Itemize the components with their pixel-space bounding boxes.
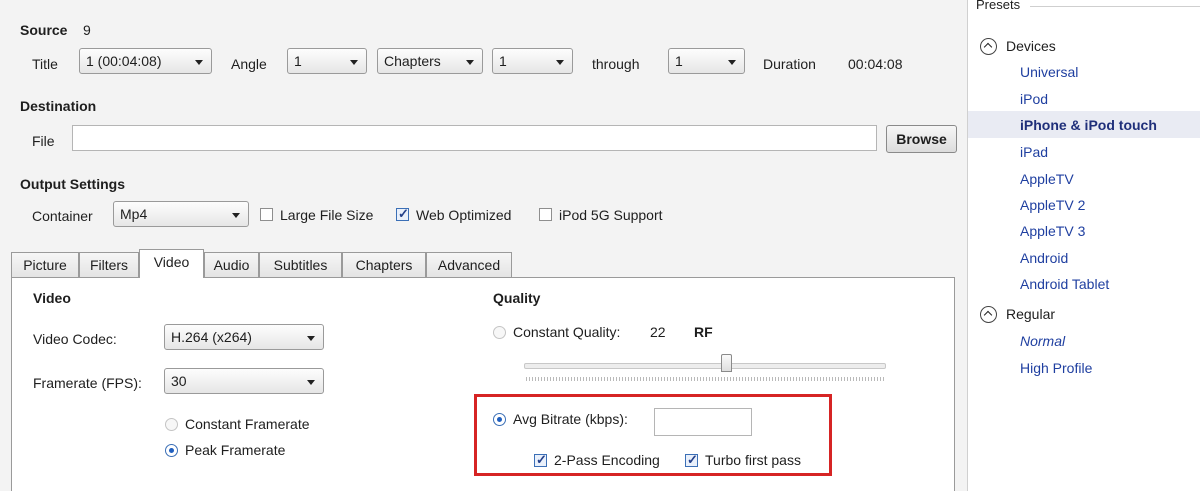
duration-label: Duration [763,56,816,72]
chapter-end-value: 1 [675,53,683,69]
constant-framerate-radio[interactable] [165,418,178,431]
two-pass-encoding-checkbox[interactable] [534,452,547,468]
ipod-5g-support-checkbox[interactable] [539,208,552,221]
preset-appletv-3[interactable]: AppleTV 3 [1020,223,1085,239]
constant-quality-radio[interactable] [493,326,506,339]
angle-select[interactable]: 1 [287,48,367,74]
turbo-first-pass-checkbox[interactable] [685,452,698,468]
title-select[interactable]: 1 (00:04:08) [79,48,212,74]
tab-picture[interactable]: Picture [11,252,79,277]
avg-bitrate-radio[interactable] [493,413,506,426]
web-optimized-checkbox[interactable] [396,206,409,222]
browse-button[interactable]: Browse [886,125,957,153]
angle-label: Angle [231,56,267,72]
rf-label: RF [694,324,713,340]
large-file-size-checkbox[interactable] [260,208,273,221]
two-pass-encoding-label: 2-Pass Encoding [554,452,660,468]
preset-appletv[interactable]: AppleTV [1020,171,1074,187]
chevron-down-icon [556,60,564,65]
chapters-mode-select[interactable]: Chapters [377,48,483,74]
presets-panel: Presets Devices Universal iPod iPhone & … [967,0,1200,491]
tab-subtitles[interactable]: Subtitles [259,252,342,277]
peak-framerate-label: Peak Framerate [185,442,286,458]
preset-iphone-ipod-touch[interactable]: iPhone & iPod touch [1020,117,1157,133]
video-heading: Video [33,290,71,306]
preset-android[interactable]: Android [1020,250,1068,266]
angle-select-value: 1 [294,53,302,69]
preset-appletv-2[interactable]: AppleTV 2 [1020,197,1085,213]
chevron-down-icon [307,380,315,385]
quality-slider-thumb[interactable] [721,354,732,372]
preset-ipad[interactable]: iPad [1020,144,1048,160]
chevron-down-icon [350,60,358,65]
preset-group-regular[interactable]: Regular [1006,306,1055,322]
preset-normal[interactable]: Normal [1020,333,1065,349]
avg-bitrate-input[interactable] [654,408,752,436]
file-input[interactable] [72,125,877,151]
framerate-select[interactable]: 30 [164,368,324,394]
ipod-5g-support-label: iPod 5G Support [559,207,663,223]
tab-filters[interactable]: Filters [79,252,139,277]
constant-quality-label: Constant Quality: [513,324,621,340]
presets-heading: Presets [976,0,1021,12]
constant-framerate-label: Constant Framerate [185,416,310,432]
title-select-value: 1 (00:04:08) [86,53,162,69]
preset-group-devices[interactable]: Devices [1006,38,1056,54]
tab-audio[interactable]: Audio [204,252,259,277]
file-label: File [32,133,55,149]
duration-value: 00:04:08 [848,56,903,72]
tab-advanced[interactable]: Advanced [426,252,512,277]
title-label: Title [32,56,58,72]
source-value: 9 [83,22,91,38]
framerate-label: Framerate (FPS): [33,375,142,391]
chapter-end-select[interactable]: 1 [668,48,745,74]
through-label: through [592,56,640,72]
regular-collapse-icon[interactable] [980,306,997,323]
chapters-mode-value: Chapters [384,53,441,69]
main-panel: Source 9 Title 1 (00:04:08) Angle 1 Chap… [0,0,967,491]
video-tab-panel: Video Video Codec: H.264 (x264) Framerat… [11,277,955,491]
constant-quality-value: 22 [650,324,666,340]
peak-framerate-radio[interactable] [165,444,178,457]
presets-heading-divider [1030,6,1200,7]
container-select[interactable]: Mp4 [113,201,249,227]
source-label: Source [20,22,68,38]
tab-chapters[interactable]: Chapters [342,252,426,277]
chevron-down-icon [307,336,315,341]
framerate-value: 30 [171,373,187,389]
chapter-start-value: 1 [499,53,507,69]
destination-heading: Destination [20,98,97,114]
chevron-down-icon [232,213,240,218]
container-select-value: Mp4 [120,206,148,222]
chapter-start-select[interactable]: 1 [492,48,573,74]
video-codec-select[interactable]: H.264 (x264) [164,324,324,350]
web-optimized-label: Web Optimized [416,207,512,223]
preset-high-profile[interactable]: High Profile [1020,360,1092,376]
video-codec-value: H.264 (x264) [171,329,252,345]
quality-slider-ticks [526,377,884,381]
tab-video[interactable]: Video [139,249,204,278]
quality-heading: Quality [493,290,541,306]
preset-android-tablet[interactable]: Android Tablet [1020,276,1109,292]
turbo-first-pass-label: Turbo first pass [705,452,801,468]
avg-bitrate-label: Avg Bitrate (kbps): [513,411,628,427]
quality-slider[interactable] [524,363,886,369]
chevron-down-icon [466,60,474,65]
preset-universal[interactable]: Universal [1020,64,1078,80]
chevron-down-icon [728,60,736,65]
chevron-down-icon [195,60,203,65]
devices-collapse-icon[interactable] [980,38,997,55]
video-codec-label: Video Codec: [33,331,117,347]
preset-ipod[interactable]: iPod [1020,91,1048,107]
container-label: Container [32,208,93,224]
output-settings-heading: Output Settings [20,176,125,192]
large-file-size-label: Large File Size [280,207,374,223]
